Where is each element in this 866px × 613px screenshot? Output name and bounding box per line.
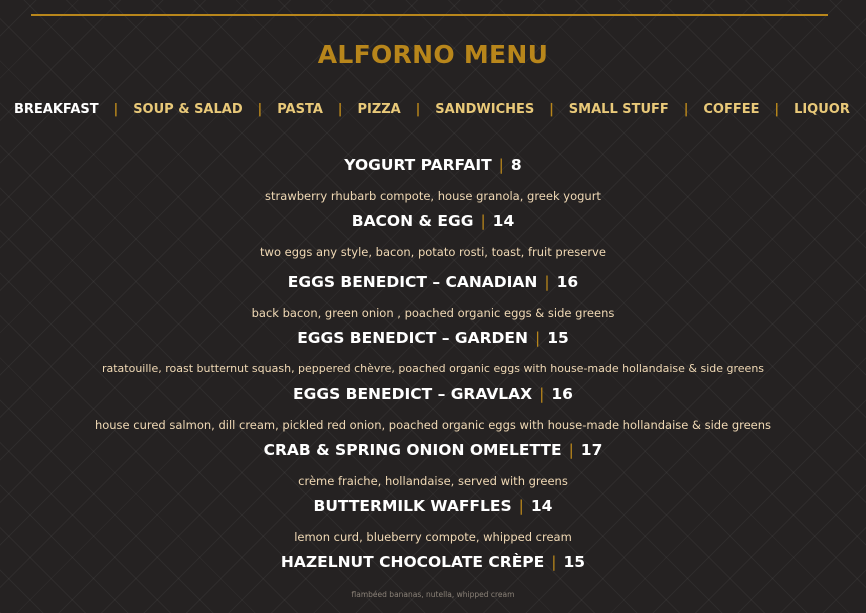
menu-item: EGGS BENEDICT – CANADIAN | 16	[0, 273, 866, 291]
menu-item-title: EGGS BENEDICT – CANADIAN | 16	[0, 273, 866, 291]
tab-small-stuff[interactable]: SMALL STUFF	[569, 102, 669, 117]
menu-item-price: 16	[556, 273, 579, 291]
nav-separator: |	[683, 102, 689, 117]
nav-separator: |	[549, 102, 554, 117]
tab-breakfast[interactable]: BREAKFAST	[14, 102, 99, 117]
menu-item-name: EGGS BENEDICT – CANADIAN	[287, 273, 538, 291]
menu-item-title: HAZELNUT CHOCOLATE CRÈPE | 15	[0, 553, 866, 571]
tab-liquor[interactable]: LIQUOR	[794, 102, 850, 117]
menu-item-price: 15	[563, 553, 586, 571]
menu-item-description: strawberry rhubarb compote, house granol…	[265, 189, 601, 203]
tab-pasta[interactable]: PASTA	[277, 102, 323, 117]
tab-coffee[interactable]: COFFEE	[703, 102, 759, 117]
menu-item-price: 17	[580, 441, 603, 459]
nav-separator: |	[257, 102, 263, 117]
menu-item: EGGS BENEDICT – GARDEN | 15	[0, 329, 866, 347]
price-separator: |	[498, 156, 504, 174]
menu-item-name: CRAB & SPRING ONION OMELETTE	[263, 441, 562, 459]
price-separator: |	[568, 441, 574, 459]
page-title: ALFORNO MENU	[317, 40, 549, 69]
menu-item-description: two eggs any style, bacon, potato rosti,…	[260, 245, 606, 259]
menu-item-price: 15	[547, 329, 569, 347]
menu-item-description: ratatouille, roast butternut squash, pep…	[101, 362, 765, 375]
menu-item-description: house cured salmon, dill cream, pickled …	[94, 418, 772, 432]
category-nav: BREAKFAST | SOUP & SALAD | PASTA | PIZZA…	[14, 102, 850, 117]
menu-item-title: YOGURT PARFAIT | 8	[0, 156, 866, 174]
menu-item: EGGS BENEDICT – GRAVLAX | 16	[0, 385, 866, 403]
menu-item: YOGURT PARFAIT | 8	[0, 156, 866, 174]
menu-item-name: HAZELNUT CHOCOLATE CRÈPE	[280, 553, 545, 571]
price-separator: |	[539, 385, 545, 403]
menu-item: BACON & EGG | 14	[0, 212, 866, 230]
menu-item-description: back bacon, green onion , poached organi…	[251, 306, 615, 320]
tab-pizza[interactable]: PIZZA	[357, 102, 400, 117]
nav-separator: |	[415, 102, 421, 117]
price-separator: |	[480, 212, 486, 230]
menu-item-price: 16	[551, 385, 573, 403]
menu-item-name: EGGS BENEDICT – GARDEN	[297, 329, 528, 347]
menu-item-name: BACON & EGG	[351, 212, 474, 230]
tab-soup-salad[interactable]: SOUP & SALAD	[133, 102, 242, 117]
top-divider	[31, 14, 828, 16]
price-separator: |	[551, 553, 557, 571]
price-separator: |	[544, 273, 550, 291]
menu-item-name: EGGS BENEDICT – GRAVLAX	[293, 385, 533, 403]
menu-item-title: EGGS BENEDICT – GARDEN | 15	[0, 329, 866, 347]
menu-item-name: YOGURT PARFAIT	[344, 156, 492, 174]
menu-item-price: 8	[510, 156, 522, 174]
menu-item-description: flambéed bananas, nutella, whipped cream	[351, 590, 515, 599]
menu-item: HAZELNUT CHOCOLATE CRÈPE | 15	[0, 553, 866, 571]
menu-item-name: BUTTERMILK WAFFLES	[313, 497, 512, 515]
menu-item-price: 14	[492, 212, 515, 230]
nav-separator: |	[337, 102, 343, 117]
menu-item-title: CRAB & SPRING ONION OMELETTE | 17	[0, 441, 866, 459]
menu-item: BUTTERMILK WAFFLES | 14	[0, 497, 866, 515]
menu-item-title: EGGS BENEDICT – GRAVLAX | 16	[0, 385, 866, 403]
menu-item-description: crème fraiche, hollandaise, served with …	[298, 474, 568, 488]
menu-item: CRAB & SPRING ONION OMELETTE | 17	[0, 441, 866, 459]
menu-item-title: BUTTERMILK WAFFLES | 14	[0, 497, 866, 515]
nav-separator: |	[113, 102, 119, 117]
menu-item-title: BACON & EGG | 14	[0, 212, 866, 230]
price-separator: |	[518, 497, 524, 515]
menu-item-price: 14	[530, 497, 553, 515]
price-separator: |	[534, 329, 541, 347]
nav-separator: |	[774, 102, 780, 117]
menu-item-description: lemon curd, blueberry compote, whipped c…	[294, 530, 572, 544]
tab-sandwiches[interactable]: SANDWICHES	[435, 102, 534, 117]
